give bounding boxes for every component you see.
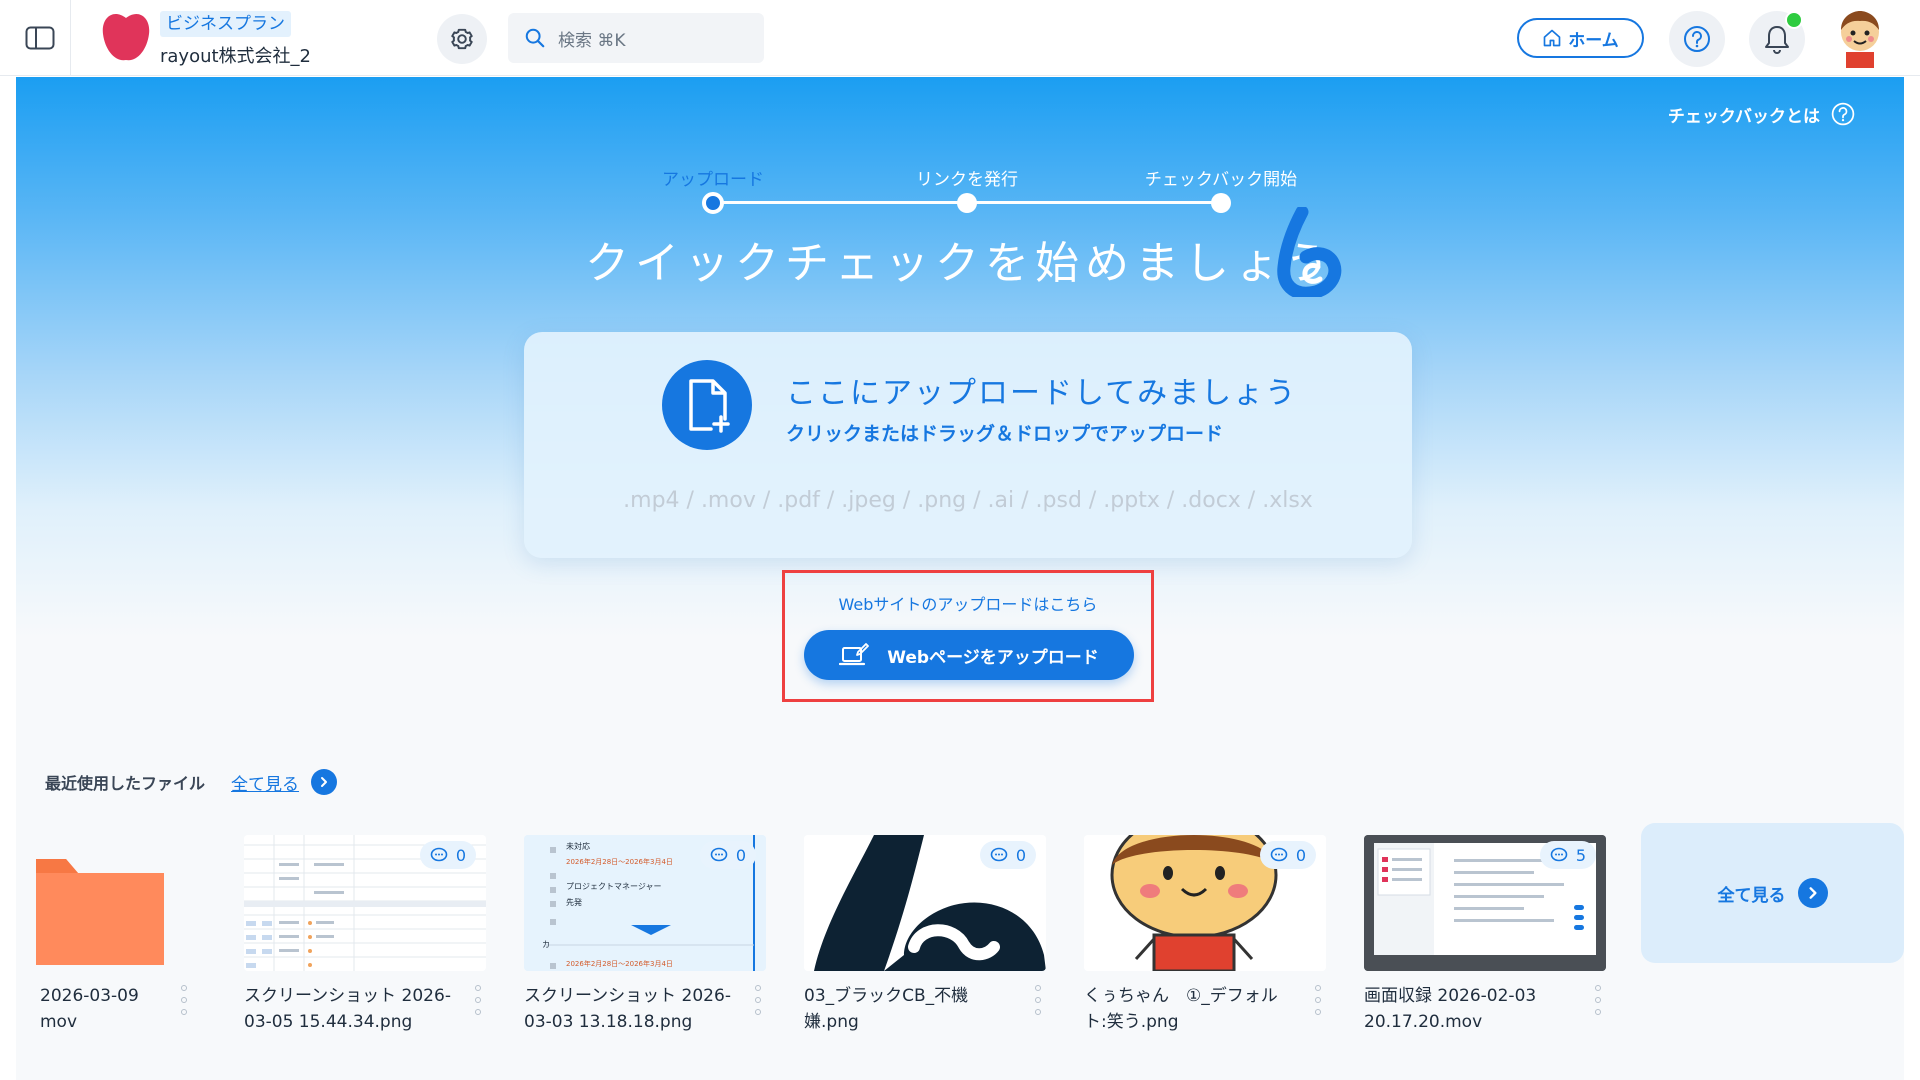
bell-icon [1765,26,1789,54]
recent-file-card[interactable]: 0 スクリーンショット 2026- 03-05 15.44.34.png [244,835,486,1035]
house-icon [1543,29,1561,47]
file-name: 2026-03-09 mov [40,986,139,1032]
supported-formats: .mp4 / .mov / .pdf / .jpeg / .png / .ai … [623,488,1313,513]
file-menu-button[interactable] [176,985,192,1015]
recent-see-all-link[interactable]: 全て見る [231,770,299,795]
comment-count: 0 [1259,841,1316,869]
avatar[interactable] [1833,8,1887,68]
file-name: スクリーンショット 2026- 03-05 15.44.34.png [244,986,451,1032]
recent-file-card[interactable]: 2026-03-09 mov [6,835,248,1035]
step-start-label: チェックバック開始 [1144,170,1298,190]
file-menu-button[interactable] [1030,985,1046,1015]
home-label: ホーム [1568,30,1619,51]
home-button[interactable]: ホーム [1517,18,1644,58]
step-link-label: リンクを発行 [916,170,1018,190]
file-name: くぅちゃん ①_デフォル ト:笑う.png [1084,986,1278,1032]
file-menu-button[interactable] [750,985,766,1015]
comment-count: 0 [979,841,1036,869]
search-icon [525,28,545,48]
upload-webpage-label: Webページをアップロード [887,647,1099,668]
list-thumbnail: 未対応 2026年2月28日〜2026年3月4日 プロジェクトマネージャー 先発… [524,835,766,971]
video-thumbnail: 5 [1364,835,1606,971]
divider [70,0,71,76]
comment-icon [710,847,728,862]
step-upload-dot [702,192,724,214]
checkback-logo [1272,205,1342,300]
comment-count: 0 [419,841,476,869]
onboarding-stepper: アップロード リンクを発行 チェックバック開始 [16,165,1904,225]
what-is-checkback-link[interactable]: チェックバックとは [1668,101,1856,127]
upload-subheading: クリックまたはドラッグ＆ドロップでアップロード [786,423,1224,445]
comment-icon [430,847,448,862]
web-upload-hint: Webサイトのアップロードはこちら [838,595,1098,614]
notifications-button[interactable] [1749,11,1805,67]
file-name: 03_ブラックCB_不機 嫌.png [804,986,969,1032]
file-name: 画面収録 2026-02-03 20.17.20.mov [1364,986,1537,1032]
sidebar-toggle-icon[interactable] [20,24,60,52]
logo-thumbnail: 0 [804,835,1046,971]
gear-icon [451,28,473,50]
file-menu-button[interactable] [470,985,486,1015]
spreadsheet-thumbnail: 0 [244,835,486,971]
file-menu-button[interactable] [1590,985,1606,1015]
recent-file-card[interactable]: 5 画面収録 2026-02-03 20.17.20.mov [1364,835,1606,1035]
comment-icon [1270,847,1288,862]
folder-thumbnail [6,835,248,971]
recent-files-header: 最近使用したファイル 全て見る [45,769,338,795]
step-upload-label: アップロード [662,170,764,190]
recent-file-card[interactable]: 0 03_ブラックCB_不機 嫌.png [804,835,1046,1035]
recent-file-card[interactable]: 0 くぅちゃん ①_デフォル ト:笑う.png [1084,835,1326,1035]
what-is-label: チェックバックとは [1667,106,1820,127]
recent-file-card[interactable]: 未対応 2026年2月28日〜2026年3月4日 プロジェクトマネージャー 先発… [524,835,766,1035]
file-plus-icon [662,360,752,450]
search-placeholder: 検索 ⌘K [558,30,626,51]
web-upload-highlight: Webサイトのアップロードはこちら Webページをアップロード [782,570,1154,702]
chevron-right-icon[interactable] [311,769,338,795]
main-content: チェックバックとは アップロード リンクを発行 チェックバック開始 クイックチェ… [16,77,1904,1080]
question-icon [1831,102,1855,126]
laptop-edit-icon [839,643,870,666]
upload-dropzone[interactable]: ここにアップロードしてみましょう クリックまたはドラッグ＆ドロップでアップロード… [524,332,1412,558]
comment-count: 5 [1539,841,1596,869]
file-menu-button[interactable] [1310,985,1326,1015]
help-button[interactable] [1669,11,1725,67]
comment-icon [990,847,1008,862]
upload-webpage-button[interactable]: Webページをアップロード [804,630,1134,680]
see-all-files-card[interactable]: 全て見る [1641,823,1904,963]
question-icon [1684,26,1710,52]
settings-button[interactable] [437,14,487,64]
file-name: スクリーンショット 2026- 03-03 13.18.18.png [524,986,731,1032]
upload-heading: ここにアップロードしてみましょう [786,376,1298,411]
step-link-dot [957,193,977,213]
organization-name[interactable]: rayout株式会社_2 [160,42,311,68]
notification-indicator [1785,11,1803,29]
chevron-right-icon [1797,878,1828,908]
plan-badge: ビジネスプラン [160,11,291,37]
see-all-label: 全て見る [1717,885,1786,906]
top-bar: ビジネスプラン rayout株式会社_2 検索 ⌘K ホーム [0,0,1920,76]
recent-files-title: 最近使用したファイル [45,774,206,793]
step-start-dot [1211,193,1231,213]
comment-count: 0 [699,841,756,869]
hero-title: クイックチェックを始めましょう [585,238,1335,289]
workspace-logo[interactable] [99,10,153,64]
search-input[interactable]: 検索 ⌘K [508,13,764,63]
comment-icon [1550,847,1568,862]
character-thumbnail: 0 [1084,835,1326,971]
